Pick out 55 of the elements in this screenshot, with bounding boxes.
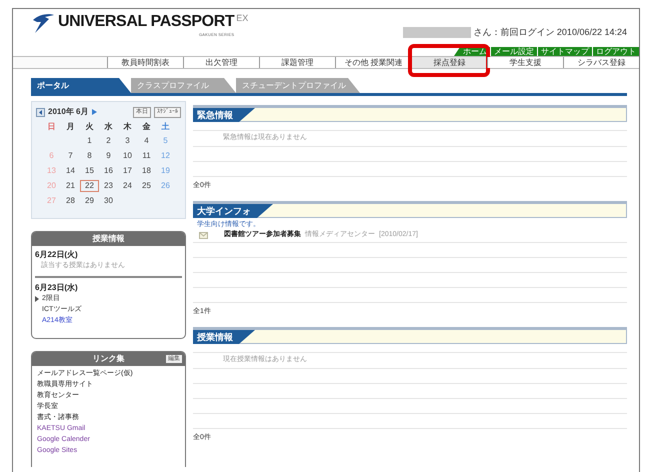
calendar-day[interactable]: 29: [80, 195, 99, 207]
weekday-label: 木: [122, 121, 132, 133]
menu-item[interactable]: 学生支援: [487, 57, 563, 68]
weekday-label: 水: [103, 121, 114, 133]
section-title: 大学インフォ: [193, 204, 273, 218]
calendar-day[interactable]: 15: [80, 165, 99, 177]
next-arrow-icon[interactable]: [91, 108, 98, 116]
calendar-day[interactable]: 2: [99, 135, 118, 147]
calendar-day[interactable]: 11: [137, 150, 156, 162]
calendar-day[interactable]: 7: [61, 150, 80, 162]
panel-title: リンク集: [92, 353, 124, 365]
calendar-day[interactable]: 10: [118, 150, 137, 162]
calendar-day[interactable]: 23: [99, 180, 118, 192]
menu-item[interactable]: その他 授業関連: [335, 57, 411, 68]
weekday-label: 土: [160, 121, 170, 133]
calendar-month: 2010年 6月: [48, 106, 88, 118]
calendar-day[interactable]: 8: [80, 150, 99, 162]
redacted-block: [403, 27, 472, 38]
section-title: 緊急情報: [193, 108, 255, 122]
triangle-icon: [35, 296, 39, 302]
calendar-day[interactable]: 17: [118, 165, 137, 177]
weekday-label: 日: [46, 121, 56, 133]
section-title: 授業情報: [193, 330, 255, 344]
menu-item[interactable]: シラバス登録: [563, 57, 639, 68]
previous-arrow-icon[interactable]: [36, 108, 45, 116]
panel-title: 授業情報: [92, 233, 124, 245]
calendar-day[interactable]: 16: [99, 165, 118, 177]
calendar-day[interactable]: 25: [137, 180, 156, 192]
calendar-day[interactable]: 14: [61, 165, 80, 177]
weekday-label: 火: [84, 121, 94, 133]
menu-item[interactable]: 採点登録: [411, 57, 487, 68]
weekday-label: 金: [142, 121, 152, 133]
calendar-day[interactable]: 30: [99, 195, 118, 207]
menu-item[interactable]: 教員時間割表: [107, 57, 183, 68]
tab[interactable]: ポータル: [31, 78, 131, 93]
calendar-day[interactable]: 22: [80, 180, 99, 192]
login-info: さん：前回ログイン 2010/06/22 14:24: [473, 27, 627, 38]
logo-edition: EX: [236, 12, 248, 24]
calendar-day[interactable]: 3: [118, 135, 137, 147]
calendar-day[interactable]: 24: [118, 180, 137, 192]
calendar-day[interactable]: 18: [137, 165, 156, 177]
calendar-day[interactable]: 28: [61, 195, 80, 207]
menu-item[interactable]: 課題管理: [259, 57, 335, 68]
top-link[interactable]: ホーム: [460, 47, 490, 56]
calendar-day[interactable]: 1: [80, 135, 99, 147]
swoosh-logo-icon: [31, 12, 55, 34]
calendar-day[interactable]: 4: [137, 135, 156, 147]
menu-item[interactable]: 出欠管理: [183, 57, 259, 68]
envelope-icon: [199, 232, 208, 239]
calendar-day[interactable]: 21: [61, 180, 80, 192]
date-label: 6月22日(火): [35, 249, 79, 260]
date-label: 6月23日(水): [35, 282, 79, 293]
weekday-label: 月: [66, 121, 76, 133]
logo-text: UNIVERSAL PASSPORT: [58, 12, 234, 32]
calendar-day[interactable]: 9: [99, 150, 118, 162]
